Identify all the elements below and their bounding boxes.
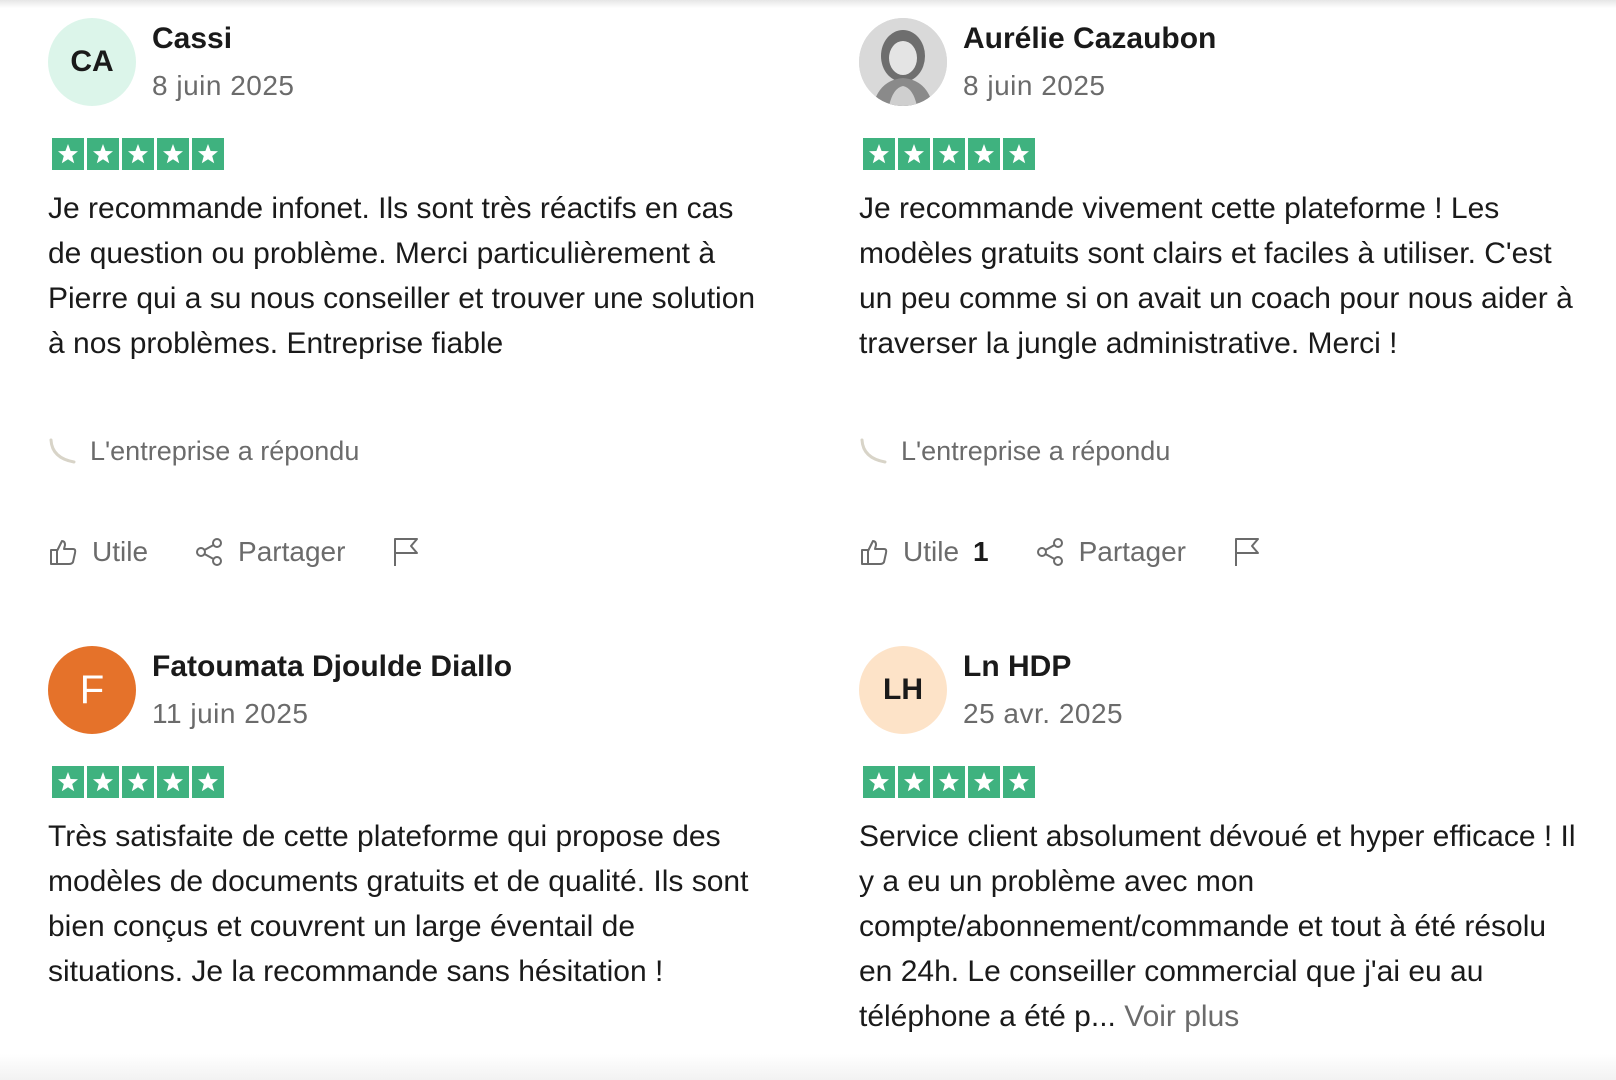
star-icon [933,138,965,170]
star-icon [122,138,154,170]
review-text: Service client absolument dévoué et hype… [859,814,1579,1039]
reviewer-name[interactable]: Fatoumata Djoulde Diallo [152,650,512,684]
review-date: 8 juin 2025 [152,70,295,101]
bottom-fade [0,1054,1616,1080]
see-more-link[interactable]: Voir plus [1124,1000,1239,1033]
thumbs-up-icon [50,540,77,565]
star-icon [157,138,189,170]
review-actions: Utile Partager [48,536,467,568]
report-button[interactable] [391,536,421,568]
reviewer-name[interactable]: Ln HDP [963,650,1071,684]
review-header: CA Cassi 8 juin 2025 [48,0,748,106]
company-reply[interactable]: L'entreprise a répondu [48,436,359,467]
share-label: Partager [1078,536,1186,567]
avatar[interactable] [859,18,947,106]
star-icon [122,766,154,798]
company-reply[interactable]: L'entreprise a répondu [859,436,1170,467]
review-header: F Fatoumata Djoulde Diallo 11 juin 2025 [48,628,748,734]
star-icon [863,138,895,170]
reviewer-name[interactable]: Aurélie Cazaubon [963,22,1216,56]
avatar[interactable]: LH [859,646,947,734]
review-header: LH Ln HDP 25 avr. 2025 [859,628,1559,734]
reply-curve-icon [860,438,887,463]
review-card: CA Cassi 8 juin 2025 Je recommande infon… [48,0,755,567]
reply-curve-icon [49,438,76,463]
star-icon [192,138,224,170]
review-card: Aurélie Cazaubon 8 juin 2025 Je recomman… [859,0,1573,567]
review-card: F Fatoumata Djoulde Diallo 11 juin 2025 … [48,628,748,988]
star-icon [87,138,119,170]
review-date: 8 juin 2025 [963,70,1106,101]
review-actions: Utile 1 Partager [859,536,1308,568]
star-icon [1003,766,1035,798]
useful-label: Utile [903,536,960,567]
flag-icon [1235,538,1259,566]
star-icon [1003,138,1035,170]
useful-count: 1 [973,536,989,567]
reviewer-name[interactable]: Cassi [152,22,232,56]
review-date: 25 avr. 2025 [963,698,1124,729]
star-icon [52,766,84,798]
review-date: 11 juin 2025 [152,698,309,729]
company-reply-label: L'entreprise a répondu [901,436,1171,466]
share-icon [196,538,223,566]
star-rating [52,138,224,170]
report-button[interactable] [1232,536,1262,568]
star-icon [157,766,189,798]
thumbs-up-icon [861,540,888,565]
star-icon [863,766,895,798]
review-text: Très satisfaite de cette plateforme qui … [48,820,749,988]
avatar[interactable]: F [48,646,136,734]
useful-button[interactable]: Utile 1 [859,536,989,568]
review-text: Je recommande vivement cette plateforme … [859,192,1573,360]
star-rating [863,766,1035,798]
star-rating [863,138,1035,170]
share-label: Partager [238,536,346,567]
company-reply-label: L'entreprise a répondu [90,436,360,466]
share-icon [1036,538,1063,566]
flag-icon [394,538,419,566]
profile-photo [859,18,947,106]
star-rating [52,766,224,798]
star-icon [52,138,84,170]
star-icon [898,138,930,170]
star-icon [933,766,965,798]
avatar[interactable]: CA [48,18,136,106]
star-icon [968,766,1000,798]
review-header: Aurélie Cazaubon 8 juin 2025 [859,0,1559,106]
review-card: LH Ln HDP 25 avr. 2025 Service client ab… [859,628,1576,1033]
review-text: Je recommande infonet. Ils sont très réa… [48,192,756,360]
share-button[interactable]: Partager [194,536,345,568]
share-button[interactable]: Partager [1035,536,1186,568]
star-icon [968,138,1000,170]
star-icon [87,766,119,798]
useful-label: Utile [92,536,149,567]
useful-button[interactable]: Utile [48,536,148,568]
star-icon [898,766,930,798]
star-icon [192,766,224,798]
